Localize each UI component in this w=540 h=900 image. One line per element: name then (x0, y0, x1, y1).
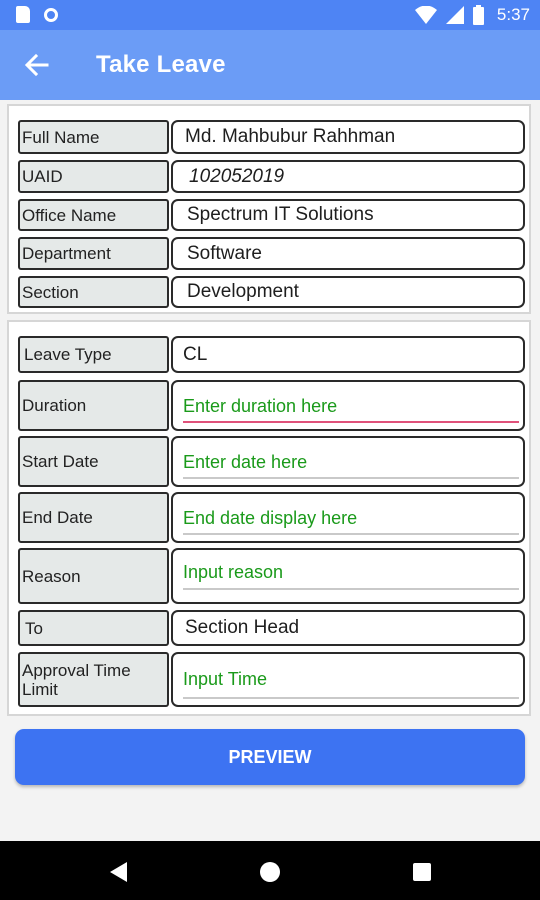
department-label: Department (18, 237, 169, 270)
leave-type-row: Leave Type CL (18, 336, 525, 373)
app-bar: Take Leave (0, 30, 540, 100)
recents-square-icon[interactable] (412, 862, 432, 882)
start-date-underline (183, 477, 519, 479)
sd-card-icon (16, 6, 30, 23)
leave-form-panel: Leave Type CL Duration Start Date End Da… (7, 320, 531, 716)
to-value[interactable]: Section Head (171, 610, 525, 646)
full-name-label: Full Name (18, 120, 169, 154)
end-date-underline (183, 533, 519, 535)
to-label: To (18, 610, 169, 646)
end-date-input[interactable] (183, 504, 519, 532)
duration-row: Duration (18, 380, 525, 431)
reason-label: Reason (18, 548, 169, 604)
to-row: To Section Head (18, 610, 525, 646)
uaid-value: 102052019 (171, 160, 525, 193)
start-date-input[interactable] (183, 448, 519, 476)
clock: 5:37 (496, 5, 530, 24)
page-title: Take Leave (96, 51, 226, 78)
department-value: Software (171, 237, 525, 270)
uaid-row: UAID 102052019 (18, 160, 525, 193)
leave-type-value[interactable]: CL (171, 336, 525, 373)
notification-circle-icon (44, 7, 58, 22)
back-triangle-icon[interactable] (108, 861, 128, 883)
full-name-row: Full Name Md. Mahbubur Rahhman (18, 120, 525, 154)
start-date-field-box (171, 436, 525, 487)
section-label: Section (18, 276, 169, 308)
reason-field-box (171, 548, 525, 604)
reason-row: Reason (18, 548, 525, 604)
end-date-field-box (171, 492, 525, 543)
duration-label: Duration (18, 380, 169, 431)
back-button[interactable] (22, 50, 52, 80)
home-circle-icon[interactable] (259, 861, 281, 883)
end-date-row: End Date (18, 492, 525, 543)
uaid-label: UAID (18, 160, 169, 193)
approval-time-limit-underline (183, 697, 519, 699)
full-name-value: Md. Mahbubur Rahhman (171, 120, 525, 154)
office-name-row: Office Name Spectrum IT Solutions (18, 199, 525, 231)
approval-time-limit-field-box (171, 652, 525, 707)
end-date-label: End Date (18, 492, 169, 543)
office-name-label: Office Name (18, 199, 169, 231)
duration-field-box (171, 380, 525, 431)
wifi-icon (414, 6, 437, 24)
approval-time-limit-label: Approval Time Limit (18, 652, 169, 707)
start-date-row: Start Date (18, 436, 525, 487)
section-row: Section Development (18, 276, 525, 308)
battery-icon (472, 5, 484, 25)
reason-underline (183, 588, 519, 590)
status-bar: 5:37 (0, 0, 540, 30)
preview-button[interactable]: PREVIEW (15, 729, 525, 785)
signal-icon (445, 6, 464, 24)
section-value: Development (171, 276, 525, 308)
arrow-left-icon (24, 53, 49, 77)
department-row: Department Software (18, 237, 525, 270)
employee-info-panel: Full Name Md. Mahbubur Rahhman UAID 1020… (7, 104, 531, 314)
duration-underline (183, 421, 519, 423)
start-date-label: Start Date (18, 436, 169, 487)
office-name-value: Spectrum IT Solutions (171, 199, 525, 231)
duration-input[interactable] (183, 392, 519, 420)
approval-time-limit-input[interactable] (183, 665, 519, 693)
reason-input[interactable] (183, 558, 519, 586)
leave-type-label: Leave Type (18, 336, 169, 373)
navigation-bar (0, 841, 540, 900)
approval-time-limit-row: Approval Time Limit (18, 652, 525, 707)
